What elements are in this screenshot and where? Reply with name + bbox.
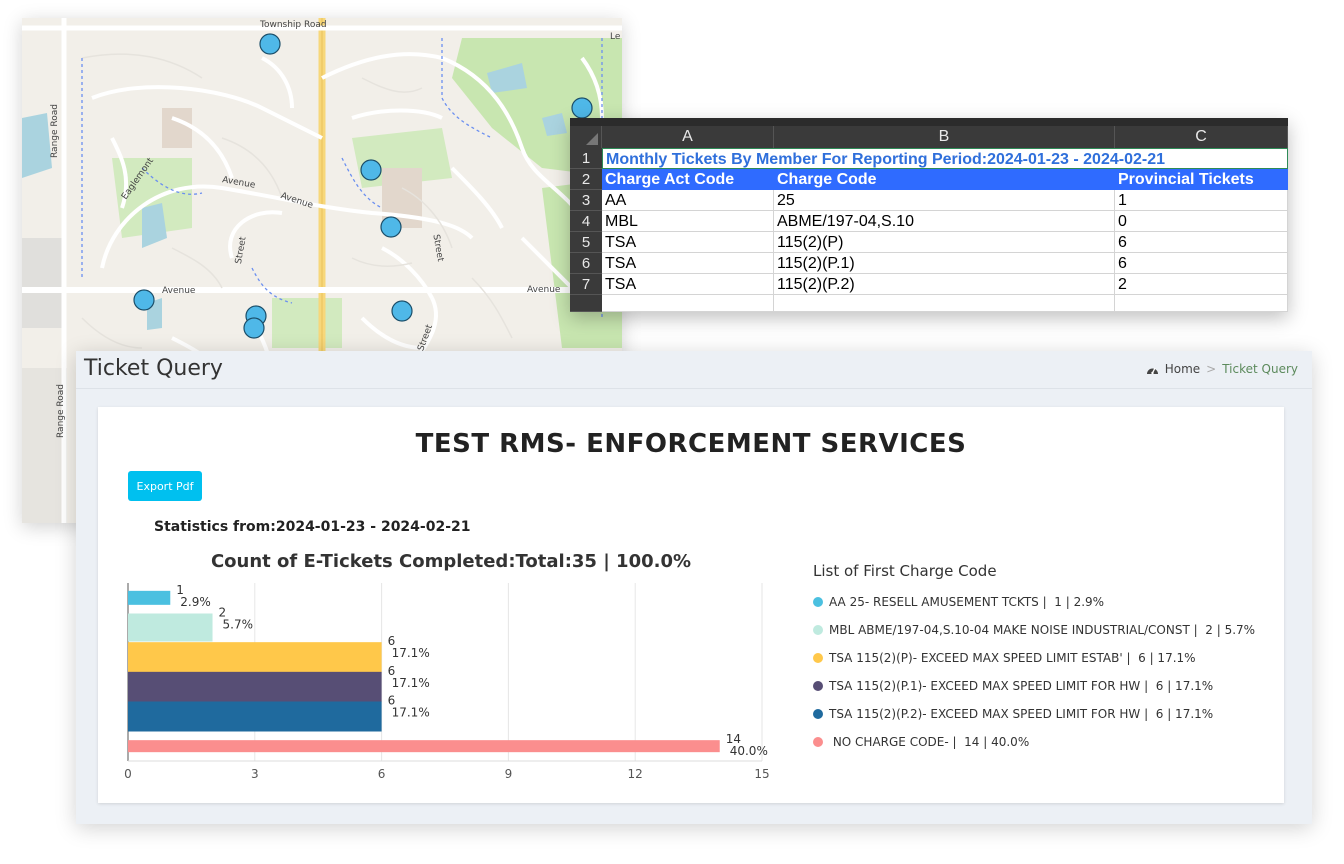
row-header[interactable]: 3 xyxy=(570,190,602,211)
sheet-cell[interactable]: 6 xyxy=(1115,253,1288,274)
row-header[interactable]: 5 xyxy=(570,232,602,253)
legend-item[interactable]: TSA 115(2)(P)- EXCEED MAX SPEED LIMIT ES… xyxy=(813,644,1255,672)
legend-item[interactable]: AA 25- RESELL AMUSEMENT TCKTS | 1 | 2.9% xyxy=(813,588,1255,616)
sheet-cell[interactable] xyxy=(602,295,774,312)
header-divider xyxy=(76,388,1312,389)
sheet-cell[interactable] xyxy=(774,295,1115,312)
map-marker[interactable] xyxy=(133,289,155,311)
sheet-cell[interactable]: 115(2)(P.2) xyxy=(774,274,1115,295)
chart-bar[interactable] xyxy=(128,613,213,642)
bar-chart: 0 3 6 9 12 1512.9%25.7%617.1%617.1%617.1%1440… xyxy=(124,583,769,781)
chart-legend: List of First Charge Code AA 25- RESELL … xyxy=(813,562,1255,756)
map-marker[interactable] xyxy=(243,317,265,339)
map-road-label: Range Road xyxy=(50,104,60,158)
legend-color-dot xyxy=(813,625,823,635)
page-title: Ticket Query xyxy=(84,356,223,381)
bar-percent-label: 17.1% xyxy=(392,646,430,660)
sheet-title-cell[interactable]: Monthly Tickets By Member For Reporting … xyxy=(602,148,1288,169)
bar-percent-label: 2.9% xyxy=(180,595,211,609)
sheet-cell[interactable]: 2 xyxy=(1115,274,1288,295)
spreadsheet-toolbar xyxy=(570,118,1288,126)
bar-percent-label: 17.1% xyxy=(392,706,430,720)
x-tick-label: 9 xyxy=(505,767,513,781)
sheet-cell[interactable]: MBL xyxy=(602,211,774,232)
legend-label: MBL ABME/197-04,S.10-04 MAKE NOISE INDUS… xyxy=(829,623,1256,637)
header-cell-charge-code[interactable]: Charge Code xyxy=(774,169,1115,190)
row-header[interactable]: 1 xyxy=(570,148,602,169)
x-tick-label: 15 xyxy=(754,767,769,781)
map-marker[interactable] xyxy=(360,159,382,181)
legend-color-dot xyxy=(813,653,823,663)
legend-item[interactable]: MBL ABME/197-04,S.10-04 MAKE NOISE INDUS… xyxy=(813,616,1255,644)
dashboard-icon xyxy=(1146,367,1158,374)
sheet-cell[interactable]: AA xyxy=(602,190,774,211)
x-tick-label: 0 xyxy=(124,767,132,781)
sheet-cell[interactable]: 25 xyxy=(774,190,1115,211)
bar-percent-label: 5.7% xyxy=(223,618,254,632)
sheet-cell[interactable] xyxy=(1115,295,1288,312)
map-road-label: Range Road xyxy=(56,384,66,438)
sheet-cell[interactable]: 6 xyxy=(1115,232,1288,253)
legend-color-dot xyxy=(813,737,823,747)
sheet-cell[interactable]: 115(2)(P) xyxy=(774,232,1115,253)
map-road-label: Avenue xyxy=(162,286,196,296)
column-header-a[interactable]: A xyxy=(602,126,774,148)
sheet-cell[interactable]: TSA xyxy=(602,274,774,295)
row-header xyxy=(570,295,602,312)
chart-bar[interactable] xyxy=(128,671,382,702)
header-cell-charge-act-code[interactable]: Charge Act Code xyxy=(602,169,774,190)
map-marker[interactable] xyxy=(391,300,413,322)
legend-title: List of First Charge Code xyxy=(813,562,997,580)
chart-bar[interactable] xyxy=(128,590,171,605)
legend-color-dot xyxy=(813,681,823,691)
legend-item[interactable]: NO CHARGE CODE- | 14 | 40.0% xyxy=(813,728,1255,756)
breadcrumb-current: Ticket Query xyxy=(1222,362,1298,376)
sheet-cell[interactable]: 1 xyxy=(1115,190,1288,211)
report-card: TEST RMS- ENFORCEMENT SERVICES Export Pd… xyxy=(98,407,1284,803)
x-tick-label: 3 xyxy=(251,767,259,781)
sheet-cell[interactable]: TSA xyxy=(602,232,774,253)
chart-bar[interactable] xyxy=(128,642,382,673)
legend-label: NO CHARGE CODE- | 14 | 40.0% xyxy=(829,735,1030,749)
ticket-query-panel: Ticket Query Home > Ticket Query TEST RM… xyxy=(76,351,1312,824)
breadcrumb-separator: > xyxy=(1206,362,1217,376)
breadcrumb: Home > Ticket Query xyxy=(1146,362,1298,376)
sheet-cell[interactable]: 0 xyxy=(1115,211,1288,232)
sheet-cell[interactable]: TSA xyxy=(602,253,774,274)
header-cell-provincial-tickets[interactable]: Provincial Tickets xyxy=(1115,169,1288,190)
spreadsheet-window[interactable]: A B C 1 2 3 4 5 6 7 Monthly Tickets By M… xyxy=(570,118,1288,312)
breadcrumb-home-link[interactable]: Home xyxy=(1165,362,1200,376)
row-header[interactable]: 4 xyxy=(570,211,602,232)
chart-bar[interactable] xyxy=(128,740,720,753)
sheet-cell[interactable]: 115(2)(P.1) xyxy=(774,253,1115,274)
bar-percent-label: 40.0% xyxy=(730,744,768,758)
x-tick-label: 6 xyxy=(378,767,386,781)
select-all-corner[interactable] xyxy=(570,126,602,148)
map-road-label: Avenue xyxy=(527,285,561,295)
legend-color-dot xyxy=(813,709,823,719)
row-header[interactable]: 6 xyxy=(570,253,602,274)
legend-label: TSA 115(2)(P.2)- EXCEED MAX SPEED LIMIT … xyxy=(829,707,1214,721)
map-road-label: Township Road xyxy=(260,20,327,30)
column-header-b[interactable]: B xyxy=(774,126,1115,148)
map-marker[interactable] xyxy=(380,216,402,238)
legend-item[interactable]: TSA 115(2)(P.1)- EXCEED MAX SPEED LIMIT … xyxy=(813,672,1255,700)
sheet-cell[interactable]: ABME/197-04,S.10 xyxy=(774,211,1115,232)
map-marker[interactable] xyxy=(571,97,593,119)
column-header-c[interactable]: C xyxy=(1115,126,1288,148)
row-header[interactable]: 2 xyxy=(570,169,602,190)
chart-bar[interactable] xyxy=(128,701,382,732)
bar-percent-label: 17.1% xyxy=(392,676,430,690)
map-road-label: Le xyxy=(610,32,621,42)
map-marker[interactable] xyxy=(259,33,281,55)
legend-label: TSA 115(2)(P.1)- EXCEED MAX SPEED LIMIT … xyxy=(829,679,1214,693)
legend-color-dot xyxy=(813,597,823,607)
row-header[interactable]: 7 xyxy=(570,274,602,295)
legend-label: AA 25- RESELL AMUSEMENT TCKTS | 1 | 2.9% xyxy=(829,595,1105,609)
legend-label: TSA 115(2)(P)- EXCEED MAX SPEED LIMIT ES… xyxy=(829,651,1196,665)
x-tick-label: 12 xyxy=(628,767,643,781)
legend-item[interactable]: TSA 115(2)(P.2)- EXCEED MAX SPEED LIMIT … xyxy=(813,700,1255,728)
